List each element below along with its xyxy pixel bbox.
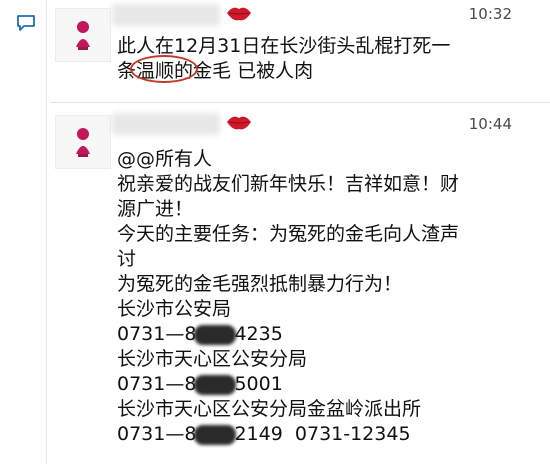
phone-prefix: 0731—8 <box>117 373 197 395</box>
circled-text: 温顺的 <box>130 55 199 84</box>
message-time: 10:32 <box>468 5 512 23</box>
message-1: 10:32 此人在12月31日在长沙街头乱棍打死一 条温顺的 金毛 已被人肉 <box>0 0 550 103</box>
message-2: 10:44 @@所有人 祝亲爱的战友们新年快乐！吉祥如意！财 源广进！ 今天的主… <box>0 103 550 464</box>
message-line: 为冤死的金毛强烈抵制暴力行为！ <box>117 273 403 295</box>
message-line: 长沙市公安局 <box>117 298 232 320</box>
lips-icon <box>227 7 251 21</box>
redacted-digits <box>194 324 237 345</box>
avatar-doll-icon <box>76 21 90 50</box>
message-time: 10:44 <box>468 115 512 133</box>
message-line: 今天的主要任务：为冤死的金毛向人渣声 <box>117 223 460 245</box>
phone-suffix: 2149 0731-12345 <box>234 423 411 445</box>
avatar-doll-icon <box>76 128 90 157</box>
message-line: @@所有人 <box>117 148 213 170</box>
chat-screenshot: 10:32 此人在12月31日在长沙街头乱棍打死一 条温顺的 金毛 已被人肉 10… <box>0 0 550 464</box>
sender-name-redacted <box>112 4 220 26</box>
avatar[interactable] <box>55 8 111 62</box>
text-segment: 金毛 已被人肉 <box>193 60 314 82</box>
message-line: 此人在12月31日在长沙街头乱棍打死一 <box>117 35 451 57</box>
message-line: 讨 <box>117 248 137 270</box>
message-text[interactable]: 此人在12月31日在长沙街头乱棍打死一 条温顺的 金毛 已被人肉 <box>117 34 537 84</box>
red-circle-annotation <box>130 55 199 83</box>
lips-icon <box>227 116 251 130</box>
message-text[interactable]: @@所有人 祝亲爱的战友们新年快乐！吉祥如意！财 源广进！ 今天的主要任务：为冤… <box>117 147 537 447</box>
sender-name-redacted <box>112 113 220 135</box>
phone-number-line[interactable]: 0731—8 5001 <box>117 372 537 397</box>
phone-prefix: 0731—8 <box>117 423 197 445</box>
phone-number-line[interactable]: 0731—8 2149 0731-12345 <box>117 422 537 447</box>
phone-suffix: 4235 <box>234 323 283 345</box>
redacted-digits <box>194 424 237 445</box>
message-line: 祝亲爱的战友们新年快乐！吉祥如意！财 <box>117 173 460 195</box>
redacted-digits <box>194 374 237 395</box>
avatar[interactable] <box>55 115 111 169</box>
message-line: 条温顺的 金毛 已被人肉 <box>117 55 537 84</box>
phone-prefix: 0731—8 <box>117 323 197 345</box>
phone-suffix: 5001 <box>234 373 283 395</box>
message-line: 源广进！ <box>117 198 194 220</box>
message-line: 长沙市天心区公安分局金盆岭派出所 <box>117 398 422 420</box>
phone-number-line[interactable]: 0731—8 4235 <box>117 322 537 347</box>
message-line: 长沙市天心区公安分局 <box>117 348 308 370</box>
